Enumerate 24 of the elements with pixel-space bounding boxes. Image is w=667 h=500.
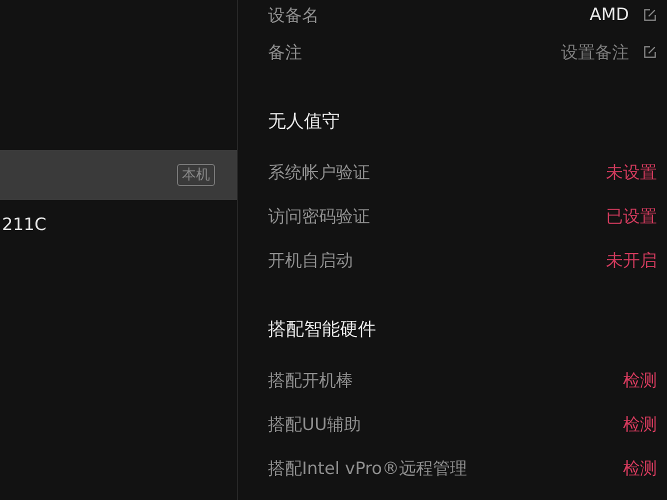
status-text: 已设置 xyxy=(606,206,657,228)
row-label: 搭配UU辅助 xyxy=(268,414,361,436)
device-name: 211C xyxy=(2,215,46,235)
edit-icon[interactable] xyxy=(643,8,657,22)
row-label: 设备名 xyxy=(268,4,319,26)
row-label: 搭配Intel vPro®远程管理 xyxy=(268,458,468,480)
section-title: 无人值守 xyxy=(268,110,341,134)
edit-icon[interactable] xyxy=(643,45,657,59)
row-value: 设置备注 xyxy=(561,42,629,64)
row-label: 系统帐户验证 xyxy=(268,162,370,184)
detect-link[interactable]: 检测 xyxy=(623,368,657,392)
detect-link[interactable]: 检测 xyxy=(623,412,657,436)
status-text: 未设置 xyxy=(606,162,657,184)
row-label: 搭配开机棒 xyxy=(268,370,353,392)
local-badge: 本机 xyxy=(177,164,215,186)
status-text: 未开启 xyxy=(606,250,657,272)
section-title: 搭配智能硬件 xyxy=(268,318,377,342)
row-label: 访问密码验证 xyxy=(268,206,370,228)
row-label: 开机自启动 xyxy=(268,250,353,272)
detect-link[interactable]: 检测 xyxy=(623,456,657,480)
row-value: AMD xyxy=(590,5,629,25)
device-item[interactable]: 本机 xyxy=(0,150,237,200)
device-item[interactable]: 211C xyxy=(0,200,237,250)
row-label: 备注 xyxy=(268,42,302,64)
